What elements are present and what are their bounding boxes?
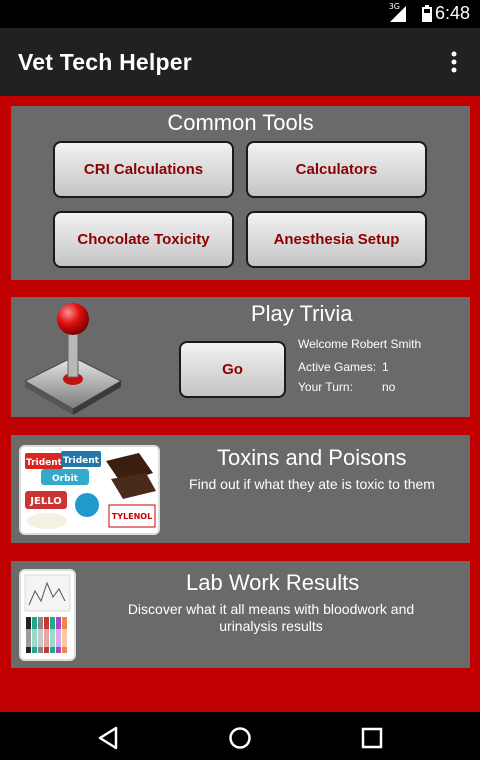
common-tools-title: Common Tools <box>167 110 314 135</box>
home-icon[interactable] <box>226 724 254 752</box>
jello-label: JELLO <box>29 496 61 507</box>
anesthesia-setup-button[interactable]: Anesthesia Setup <box>246 211 427 268</box>
navigation-bar <box>0 712 480 760</box>
signal-icon <box>390 6 406 22</box>
chocolate-toxicity-button[interactable]: Chocolate Toxicity <box>53 211 234 268</box>
lab-tubes-image <box>19 569 76 661</box>
welcome-text: Welcome Robert Smith <box>298 337 422 351</box>
orbit-label: Orbit <box>52 474 79 484</box>
back-icon[interactable] <box>94 724 122 752</box>
active-games-value: 1 <box>382 360 389 374</box>
trident-label-2: Trident <box>63 456 100 466</box>
toxins-title: Toxins and Poisons <box>217 445 407 470</box>
main-content: Common Tools CRI Calculations Calculator… <box>0 96 480 712</box>
lab-description: Discover what it all means with bloodwor… <box>127 601 415 634</box>
battery-icon <box>422 5 432 22</box>
trivia-title: Play Trivia <box>251 301 353 326</box>
lab-title: Lab Work Results <box>186 570 360 595</box>
recents-icon[interactable] <box>358 724 386 752</box>
tylenol-label: TYLENOL <box>112 512 152 521</box>
trivia-go-button[interactable]: Go <box>179 341 286 398</box>
clock: 6:48 <box>434 3 470 23</box>
joystick-icon <box>23 303 123 415</box>
lab-panel[interactable]: Lab Work Results Discover what it all me… <box>11 561 470 668</box>
toxins-description: Find out if what they ate is toxic to th… <box>189 476 435 492</box>
calculators-button[interactable]: Calculators <box>246 141 427 198</box>
cri-calculations-button[interactable]: CRI Calculations <box>53 141 234 198</box>
app-title: Vet Tech Helper <box>18 49 192 75</box>
toxins-products-image: Trident Trident Orbit JELLO TYLENOL <box>19 445 160 535</box>
common-tools-panel: Common Tools CRI Calculations Calculator… <box>11 106 470 280</box>
trivia-panel[interactable]: Play Trivia Go Welcome Robert Smith Acti… <box>11 297 470 417</box>
status-bar: 3G 6:48 <box>0 0 480 28</box>
active-games-label: Active Games: <box>298 360 377 374</box>
app-bar: Vet Tech Helper <box>0 28 480 96</box>
toxins-panel[interactable]: Trident Trident Orbit JELLO TYLENOL Toxi… <box>11 435 470 543</box>
your-turn-label: Your Turn: <box>298 380 353 394</box>
trident-label-1: Trident <box>26 458 63 468</box>
your-turn-value: no <box>382 380 396 394</box>
more-vert-icon[interactable] <box>442 50 466 74</box>
